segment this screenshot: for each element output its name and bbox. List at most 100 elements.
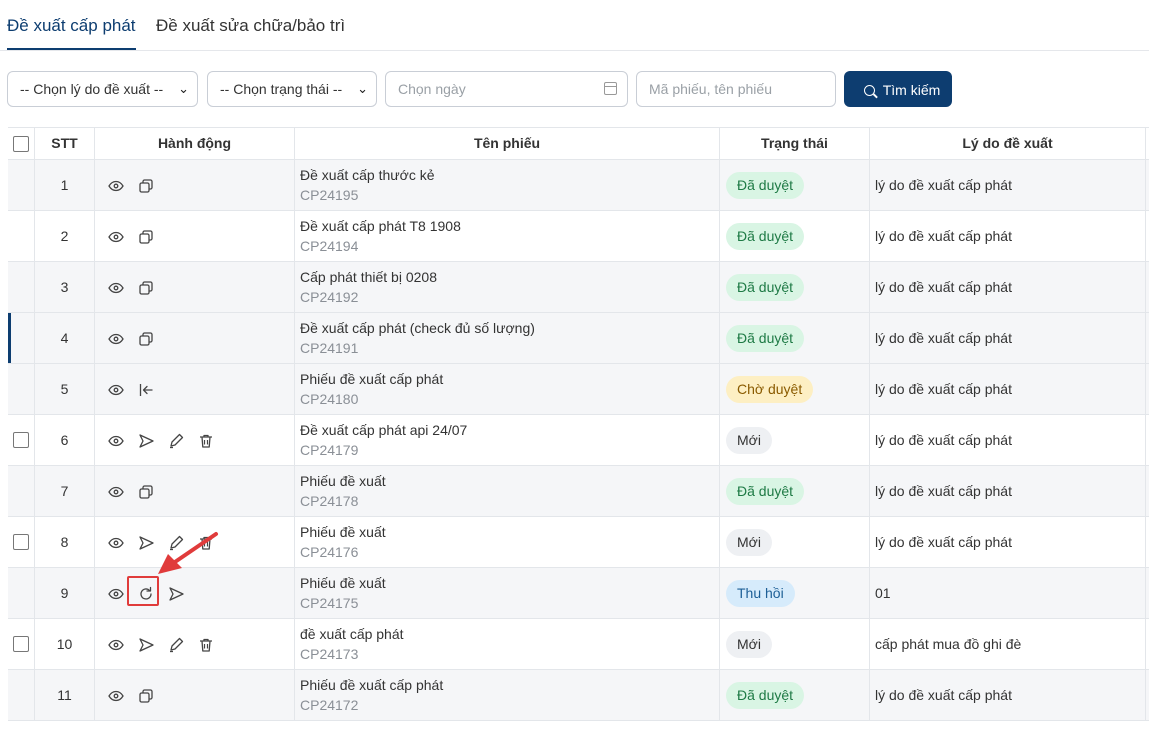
row-name-cell: Phiếu đề xuất CP24178 bbox=[295, 466, 720, 516]
row-selected-indicator bbox=[8, 313, 11, 363]
row-reason-cell: lý do đề xuất cấp phát bbox=[870, 517, 1146, 567]
row-name[interactable]: Phiếu đề xuất bbox=[300, 524, 386, 540]
table-row[interactable]: 6 Đề xuất cấp phát api 24/07 CP24179 Mới lý … bbox=[8, 415, 1149, 466]
row-reason-cell: lý do đề xuất cấp phát bbox=[870, 211, 1146, 261]
eye-icon[interactable] bbox=[107, 330, 125, 348]
reason-select[interactable]: -- Chọn lý do đề xuất -- ⌄ bbox=[7, 71, 198, 107]
keyword-placeholder: Mã phiếu, tên phiếu bbox=[649, 81, 772, 97]
row-stt: 6 bbox=[60, 432, 69, 448]
eye-icon[interactable] bbox=[107, 534, 125, 552]
row-reason-cell: lý do đề xuất cấp phát bbox=[870, 262, 1146, 312]
eye-icon[interactable] bbox=[107, 687, 125, 705]
calendar-icon[interactable] bbox=[604, 82, 617, 95]
edit-icon[interactable] bbox=[167, 636, 185, 654]
table-row[interactable]: 3 Cấp phát thiết bị 0208 CP24192 Đã duyệt lý… bbox=[8, 262, 1149, 313]
eye-icon[interactable] bbox=[107, 279, 125, 297]
status-badge: Chờ duyệt bbox=[726, 376, 814, 403]
row-checkbox[interactable] bbox=[13, 534, 29, 550]
copy-icon[interactable] bbox=[137, 483, 155, 501]
table-row[interactable]: 7 Phiếu đề xuất CP24178 Đã duyệt lý do đề xu… bbox=[8, 466, 1149, 517]
send-icon[interactable] bbox=[167, 585, 185, 603]
row-name[interactable]: Phiếu đề xuất cấp phát bbox=[300, 371, 443, 387]
revert-icon[interactable] bbox=[137, 381, 155, 399]
row-status-cell: Đã duyệt bbox=[720, 211, 870, 261]
row-name-cell: Đề xuất cấp phát api 24/07 CP24179 bbox=[295, 415, 720, 465]
copy-icon[interactable] bbox=[137, 228, 155, 246]
row-stt: 8 bbox=[60, 534, 69, 550]
row-stt-cell: 6 bbox=[35, 415, 95, 465]
proposal-table: STT Hành động Tên phiếu Trạng thái Lý do… bbox=[8, 127, 1149, 721]
status-badge: Mới bbox=[726, 427, 772, 454]
row-code: CP24173 bbox=[300, 646, 359, 662]
copy-icon[interactable] bbox=[137, 279, 155, 297]
search-button[interactable]: Tìm kiếm bbox=[844, 71, 952, 107]
edit-icon[interactable] bbox=[167, 432, 185, 450]
row-name[interactable]: Phiếu đề xuất bbox=[300, 575, 386, 591]
tab-allocation-proposal[interactable]: Đề xuất cấp phát bbox=[7, 16, 136, 50]
row-reason: lý do đề xuất cấp phát bbox=[875, 432, 1012, 448]
row-name[interactable]: Đề xuất cấp thước kẻ bbox=[300, 167, 435, 183]
row-name[interactable]: Phiếu đề xuất cấp phát bbox=[300, 677, 443, 693]
send-icon[interactable] bbox=[137, 432, 155, 450]
row-name[interactable]: Đề xuất cấp phát T8 1908 bbox=[300, 218, 461, 234]
status-badge: Đã duyệt bbox=[726, 325, 805, 352]
row-checkbox[interactable] bbox=[13, 432, 29, 448]
chevron-down-icon: ⌄ bbox=[357, 81, 368, 96]
row-reason: cấp phát mua đồ ghi đè bbox=[875, 636, 1022, 652]
row-stt: 1 bbox=[60, 177, 69, 193]
row-reason-cell: 01 bbox=[870, 568, 1146, 618]
row-name-cell: Phiếu đề xuất cấp phát CP24172 bbox=[295, 670, 720, 720]
row-reason: lý do đề xuất cấp phát bbox=[875, 279, 1012, 295]
eye-icon[interactable] bbox=[107, 432, 125, 450]
eye-icon[interactable] bbox=[107, 177, 125, 195]
eye-icon[interactable] bbox=[107, 483, 125, 501]
table-row[interactable]: 5 Phiếu đề xuất cấp phát CP24180 Chờ duyệt l… bbox=[8, 364, 1149, 415]
row-stt-cell: 2 bbox=[35, 211, 95, 261]
table-row[interactable]: 11 Phiếu đề xuất cấp phát CP24172 Đã duyệt l… bbox=[8, 670, 1149, 721]
table-row[interactable]: 2 Đề xuất cấp phát T8 1908 CP24194 Đã duyệt… bbox=[8, 211, 1149, 262]
row-reason: lý do đề xuất cấp phát bbox=[875, 483, 1012, 499]
copy-icon[interactable] bbox=[137, 687, 155, 705]
row-name[interactable]: Đề xuất cấp phát api 24/07 bbox=[300, 422, 467, 438]
row-checkbox[interactable] bbox=[13, 636, 29, 652]
row-name[interactable]: Cấp phát thiết bị 0208 bbox=[300, 269, 437, 285]
send-icon[interactable] bbox=[137, 636, 155, 654]
row-code: CP24179 bbox=[300, 442, 359, 458]
table-row[interactable]: 10 đề xuất cấp phát CP24173 Mới cấp phát mua… bbox=[8, 619, 1149, 670]
row-stt-cell: 3 bbox=[35, 262, 95, 312]
date-picker-input[interactable]: Chọn ngày bbox=[385, 71, 628, 107]
eye-icon[interactable] bbox=[107, 636, 125, 654]
row-status-cell: Thu hồi bbox=[720, 568, 870, 618]
eye-icon[interactable] bbox=[107, 228, 125, 246]
row-select-cell bbox=[8, 262, 35, 312]
table-row[interactable]: 4 Đề xuất cấp phát (check đủ số lượng) CP2… bbox=[8, 313, 1149, 364]
row-code: CP24192 bbox=[300, 289, 359, 305]
row-actions-cell bbox=[95, 466, 295, 516]
copy-icon[interactable] bbox=[137, 330, 155, 348]
row-stt-cell: 9 bbox=[35, 568, 95, 618]
trash-icon[interactable] bbox=[197, 636, 215, 654]
trash-icon[interactable] bbox=[197, 432, 215, 450]
copy-icon[interactable] bbox=[137, 177, 155, 195]
row-name[interactable]: Đề xuất cấp phát (check đủ số lượng) bbox=[300, 320, 535, 336]
header-reason: Lý do đề xuất bbox=[870, 128, 1146, 159]
status-select[interactable]: -- Chọn trạng thái -- ⌄ bbox=[207, 71, 377, 107]
select-all-checkbox[interactable] bbox=[13, 135, 29, 152]
row-code: CP24176 bbox=[300, 544, 359, 560]
row-name[interactable]: Phiếu đề xuất bbox=[300, 473, 386, 489]
eye-icon[interactable] bbox=[107, 585, 125, 603]
row-select-cell bbox=[8, 415, 35, 465]
row-name[interactable]: đề xuất cấp phát bbox=[300, 626, 404, 642]
status-select-value: -- Chọn trạng thái -- bbox=[220, 81, 343, 97]
row-stt-cell: 7 bbox=[35, 466, 95, 516]
status-badge: Thu hồi bbox=[726, 580, 795, 607]
row-code: CP24175 bbox=[300, 595, 359, 611]
row-stt: 7 bbox=[60, 483, 69, 499]
status-badge: Đã duyệt bbox=[726, 172, 805, 199]
row-select-cell bbox=[8, 517, 35, 567]
tab-repair-maintenance-proposal[interactable]: Đề xuất sửa chữa/bảo trì bbox=[156, 16, 345, 36]
row-stt: 10 bbox=[56, 636, 73, 652]
table-row[interactable]: 1 Đề xuất cấp thước kẻ CP24195 Đã duyệt lý d… bbox=[8, 160, 1149, 211]
keyword-search-input[interactable]: Mã phiếu, tên phiếu bbox=[636, 71, 836, 107]
eye-icon[interactable] bbox=[107, 381, 125, 399]
